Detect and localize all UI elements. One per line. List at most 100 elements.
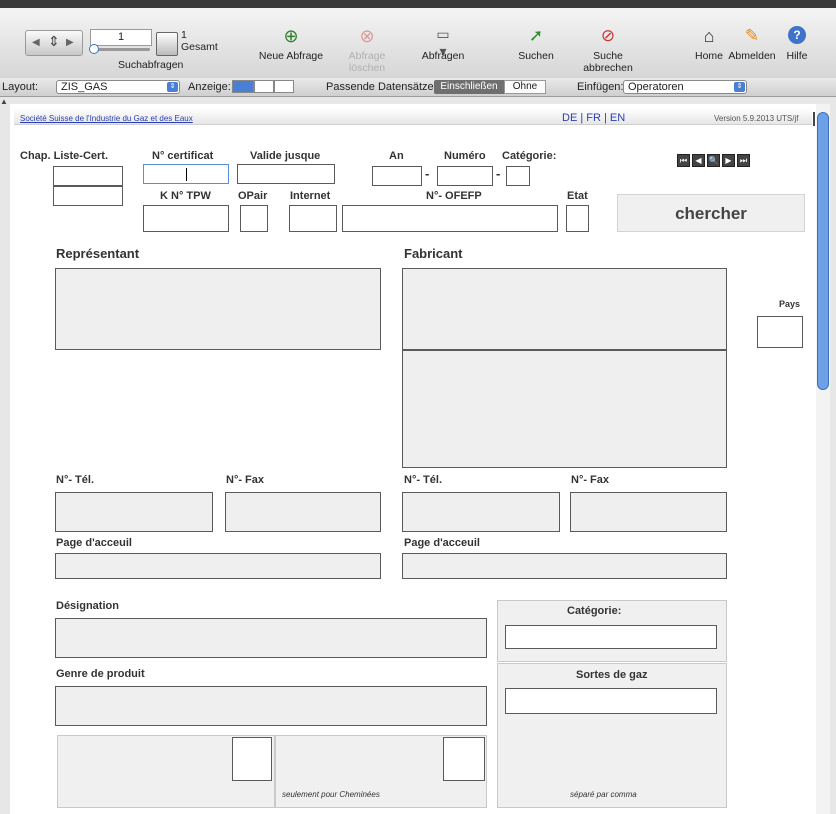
delete-query-icon: ⊗ xyxy=(359,26,375,46)
representant-label: Représentant xyxy=(56,246,140,261)
layout-select[interactable]: ZIS_GAS ⇕ xyxy=(56,80,180,94)
insert-label: Einfügen: xyxy=(577,81,624,93)
next-record-icon[interactable]: ▶ xyxy=(66,37,74,48)
window-top-strip xyxy=(0,0,836,8)
view-mode-switcher[interactable] xyxy=(232,80,298,94)
sortes-gaz-label: Sortes de gaz xyxy=(576,669,648,681)
page-accueil-2-label: Page d'acceuil xyxy=(404,537,480,549)
etat-field[interactable] xyxy=(566,205,589,232)
designation-field[interactable] xyxy=(55,618,487,658)
queries-dropdown-icon: ▭ ▾ xyxy=(436,26,450,59)
delete-query-button[interactable]: ⊗ Abfrage löschen xyxy=(330,26,404,74)
fax-2-field[interactable] xyxy=(570,492,727,532)
view-label: Anzeige: xyxy=(188,81,231,93)
tel-1-label: N°- Tél. xyxy=(56,474,95,486)
cancel-search-icon: ⊘ xyxy=(600,26,616,45)
form-view-icon[interactable] xyxy=(232,80,254,93)
list-view-icon[interactable] xyxy=(254,80,274,93)
logout-label: Abmelden xyxy=(728,50,776,62)
home-button[interactable]: ⌂ Home xyxy=(690,26,728,62)
include-toggle[interactable]: Einschließen xyxy=(434,80,504,94)
comma-separated-hint: séparé par comma xyxy=(570,790,637,799)
scrollbar-thumb[interactable] xyxy=(817,112,829,390)
kn-tpw-label: K N° TPW xyxy=(160,190,211,202)
found-set-icon[interactable] xyxy=(156,32,178,56)
etat-label: Etat xyxy=(567,190,588,202)
numero-label: Numéro xyxy=(444,150,486,162)
internet-label: Internet xyxy=(290,190,331,202)
record-number-field[interactable]: 1 xyxy=(90,29,152,46)
fabricant-field[interactable] xyxy=(402,268,727,350)
search-label: Suchen xyxy=(518,50,554,62)
fax-1-field[interactable] xyxy=(225,492,381,532)
pays-field[interactable] xyxy=(757,316,803,348)
record-number: 1 xyxy=(117,31,125,43)
internet-field[interactable] xyxy=(289,205,337,232)
chercher-label: chercher xyxy=(675,204,747,223)
logout-pencil-icon: ✎ xyxy=(744,26,760,45)
kn-tpw-field[interactable] xyxy=(143,205,229,232)
record-nav-buttons: ⏮ ◀ 🔍 ▶ ⏭ xyxy=(677,154,752,167)
dash-1: - xyxy=(425,166,430,181)
ofefp-field[interactable] xyxy=(342,205,558,232)
layout-bar: Layout: ZIS_GAS ⇕ Anzeige: Passende Date… xyxy=(0,78,836,97)
new-query-label: Neue Abfrage xyxy=(258,50,324,62)
valide-jusque-field[interactable] xyxy=(237,164,335,184)
collapse-toolbar-icon[interactable]: ▲ xyxy=(0,97,8,106)
representant-field[interactable] xyxy=(55,268,381,350)
sortes-gaz-field[interactable] xyxy=(505,688,717,714)
new-query-button[interactable]: ⊕ Neue Abfrage xyxy=(258,26,324,62)
pays-label: Pays xyxy=(779,299,801,309)
chap-liste-label: Chap. Liste-Cert. xyxy=(20,150,109,162)
toolbar: ◀ ⇕ ▶ 1 Suchabfragen 1 Gesamt ⊕ Neue Abf… xyxy=(0,8,836,79)
cancel-search-button[interactable]: ⊘ Suche abbrechen xyxy=(568,26,648,74)
logout-button[interactable]: ✎ Abmelden xyxy=(728,26,776,62)
page-accueil-2-field[interactable] xyxy=(402,553,727,579)
last-record-icon[interactable]: ⏭ xyxy=(737,154,750,167)
next-record-icon[interactable]: ▶ xyxy=(722,154,735,167)
chap-liste-field-1[interactable] xyxy=(53,166,123,186)
certificat-field[interactable] xyxy=(143,164,229,184)
previous-record-icon[interactable]: ◀ xyxy=(692,154,705,167)
new-query-icon: ⊕ xyxy=(283,26,299,46)
delete-query-label: Abfrage löschen xyxy=(348,50,386,74)
chimney-field-1[interactable] xyxy=(232,737,272,781)
page-accueil-1-field[interactable] xyxy=(55,553,381,579)
search-button[interactable]: ➚ Suchen xyxy=(514,26,558,62)
chercher-button[interactable]: chercher xyxy=(617,194,805,232)
chimney-field-2[interactable] xyxy=(443,737,485,781)
help-button[interactable]: ? Hilfe xyxy=(782,26,812,62)
prev-record-icon[interactable]: ◀ xyxy=(32,37,40,48)
an-label: An xyxy=(389,150,404,162)
record-navigator[interactable]: ◀ ⇕ ▶ xyxy=(25,30,83,56)
chap-liste-field-2[interactable] xyxy=(53,186,123,206)
slider-knob[interactable] xyxy=(89,44,99,54)
queries-button[interactable]: ▭ ▾ Abfragen xyxy=(418,26,468,62)
fabricant-address-field[interactable] xyxy=(402,350,727,468)
org-link[interactable]: Société Suisse de l'Industrie du Gaz et … xyxy=(20,114,193,123)
tel-2-field[interactable] xyxy=(402,492,560,532)
include-label: Einschließen xyxy=(440,81,498,92)
numero-field[interactable] xyxy=(437,166,493,186)
categorie-field[interactable] xyxy=(505,625,717,649)
language-switch[interactable]: DE | FR | EN xyxy=(562,112,625,124)
an-field[interactable] xyxy=(372,166,422,186)
designation-label: Désignation xyxy=(56,600,119,612)
only-chimney-hint: seulement pour Cheminées xyxy=(282,790,380,799)
book-icon: ⇕ xyxy=(48,33,60,49)
exclude-toggle[interactable]: Ohne xyxy=(504,80,546,94)
first-record-icon[interactable]: ⏮ xyxy=(677,154,690,167)
certificat-label: N° certificat xyxy=(152,150,214,162)
fabricant-label: Fabricant xyxy=(404,246,463,261)
operators-value: Operatoren xyxy=(628,81,684,93)
tel-1-field[interactable] xyxy=(55,492,213,532)
opair-field[interactable] xyxy=(240,205,268,232)
table-view-icon[interactable] xyxy=(274,80,294,93)
record-slider[interactable] xyxy=(89,44,150,54)
categorie-label: Catégorie: xyxy=(567,605,622,617)
genre-produit-field[interactable] xyxy=(55,686,487,726)
zoom-record-icon[interactable]: 🔍 xyxy=(707,154,720,167)
opair-label: OPair xyxy=(238,190,268,202)
categorie-top-field[interactable] xyxy=(506,166,530,186)
operators-select[interactable]: Operatoren ⇕ xyxy=(623,80,747,94)
